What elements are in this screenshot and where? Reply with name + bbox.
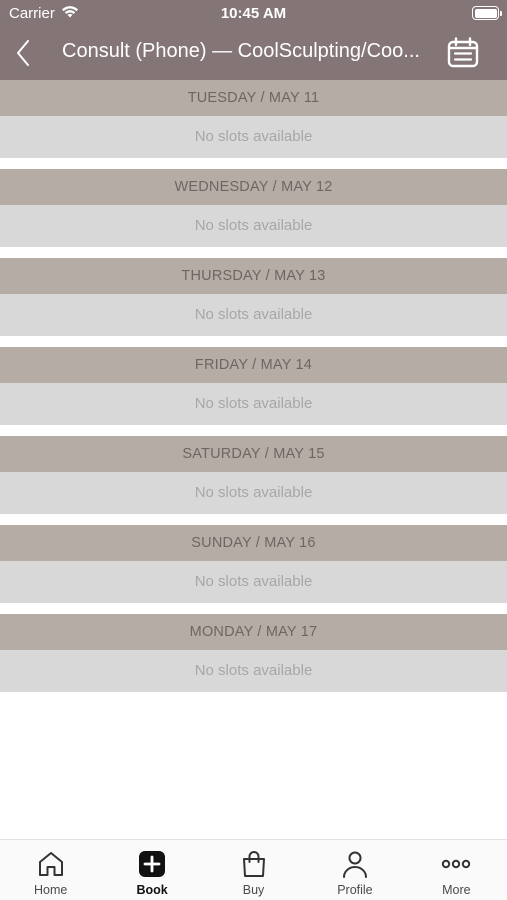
battery-icon (472, 6, 502, 20)
status-time: 10:45 AM (220, 5, 287, 22)
day-section: WEDNESDAY / MAY 12 No slots available (0, 169, 507, 247)
no-slots-message: No slots available (0, 650, 507, 692)
no-slots-message: No slots available (0, 561, 507, 603)
more-icon (441, 849, 471, 879)
shopping-bag-icon (239, 849, 269, 879)
day-header: MONDAY / MAY 17 (0, 614, 507, 650)
status-bar: Carrier 10:45 AM (0, 0, 507, 28)
day-list: TUESDAY / MAY 11 No slots available WEDN… (0, 80, 507, 703)
no-slots-message: No slots available (0, 472, 507, 514)
tab-bar: Home Book Buy Profile More (0, 839, 507, 900)
day-header: SUNDAY / MAY 16 (0, 525, 507, 561)
tab-label: Book (136, 883, 168, 897)
day-section: SUNDAY / MAY 16 No slots available (0, 525, 507, 603)
tab-profile[interactable]: Profile (304, 840, 405, 900)
day-section: MONDAY / MAY 17 No slots available (0, 614, 507, 692)
day-section: THURSDAY / MAY 13 No slots available (0, 258, 507, 336)
tab-buy[interactable]: Buy (203, 840, 304, 900)
no-slots-message: No slots available (0, 294, 507, 336)
day-section: SATURDAY / MAY 15 No slots available (0, 436, 507, 514)
day-header: TUESDAY / MAY 11 (0, 80, 507, 116)
no-slots-message: No slots available (0, 205, 507, 247)
tab-label: Home (34, 883, 68, 897)
tab-label: Profile (337, 883, 373, 897)
day-section: FRIDAY / MAY 14 No slots available (0, 347, 507, 425)
day-header: THURSDAY / MAY 13 (0, 258, 507, 294)
day-section: TUESDAY / MAY 11 No slots available (0, 80, 507, 158)
tab-book[interactable]: Book (101, 840, 202, 900)
calendar-button[interactable] (446, 36, 480, 70)
tab-label: More (442, 883, 471, 897)
tab-more[interactable]: More (406, 840, 507, 900)
app-header: Carrier 10:45 AM Consult (Phone) — CoolS… (0, 0, 507, 80)
person-icon (340, 849, 370, 879)
day-header: WEDNESDAY / MAY 12 (0, 169, 507, 205)
tab-home[interactable]: Home (0, 840, 101, 900)
no-slots-message: No slots available (0, 383, 507, 425)
back-button[interactable] (10, 38, 36, 68)
home-icon (36, 849, 66, 879)
calendar-icon (447, 37, 479, 68)
chevron-left-icon (17, 40, 29, 66)
plus-square-icon (137, 849, 167, 879)
day-header: SATURDAY / MAY 15 (0, 436, 507, 472)
page-title: Consult (Phone) — CoolSculpting/Coo... (62, 40, 420, 62)
navigation-bar: Consult (Phone) — CoolSculpting/Coo... (0, 28, 507, 80)
day-header: FRIDAY / MAY 14 (0, 347, 507, 383)
tab-label: Buy (242, 883, 265, 897)
no-slots-message: No slots available (0, 116, 507, 158)
